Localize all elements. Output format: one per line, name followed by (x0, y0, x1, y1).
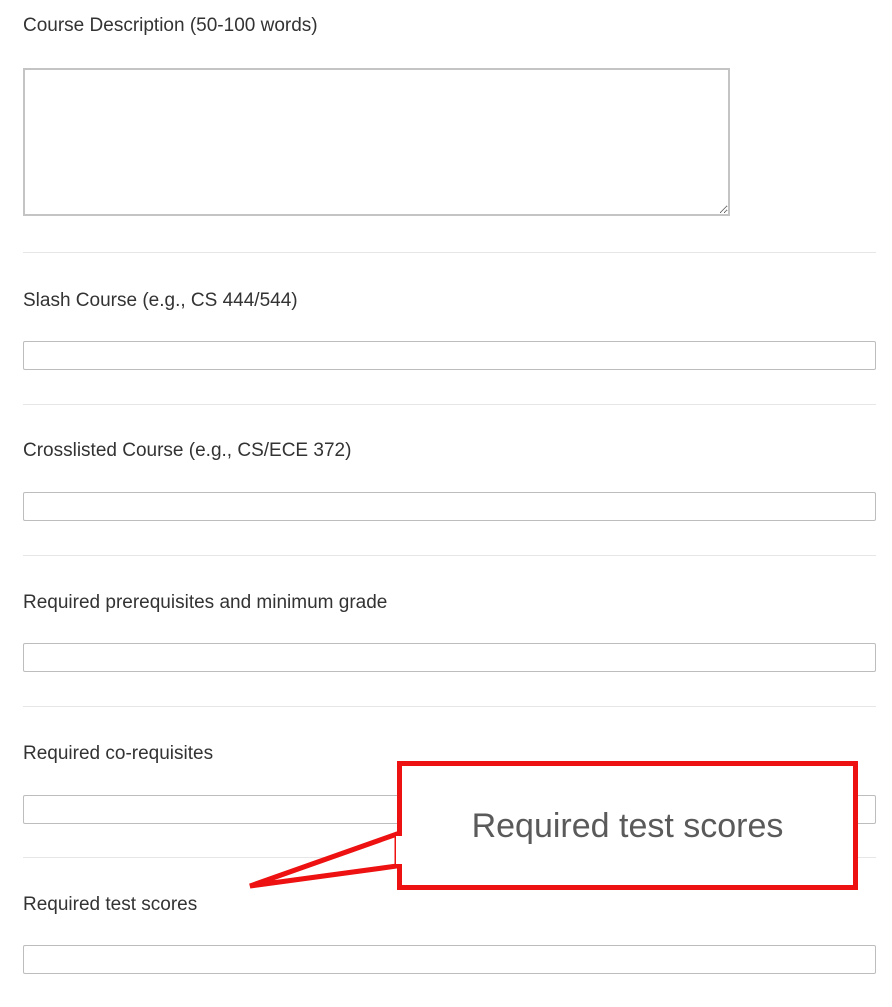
prerequisites-input[interactable] (23, 643, 876, 672)
crosslisted-course-input[interactable] (23, 492, 876, 521)
crosslisted-course-label: Crosslisted Course (e.g., CS/ECE 372) (23, 440, 352, 461)
test-scores-label: Required test scores (23, 894, 198, 915)
section-divider (23, 706, 876, 707)
slash-course-input[interactable] (23, 341, 876, 370)
corequisites-label: Required co-requisites (23, 743, 214, 764)
test-scores-input[interactable] (23, 945, 876, 974)
slash-course-label: Slash Course (e.g., CS 444/544) (23, 290, 298, 311)
course-description-label: Course Description (50-100 words) (23, 15, 318, 36)
section-divider (23, 404, 876, 405)
callout-box: Required test scores (397, 761, 858, 890)
prerequisites-label: Required prerequisites and minimum grade (23, 592, 388, 613)
section-divider (23, 252, 876, 253)
callout-text: Required test scores (471, 807, 784, 845)
section-divider (23, 555, 876, 556)
course-description-textarea[interactable] (23, 68, 730, 216)
